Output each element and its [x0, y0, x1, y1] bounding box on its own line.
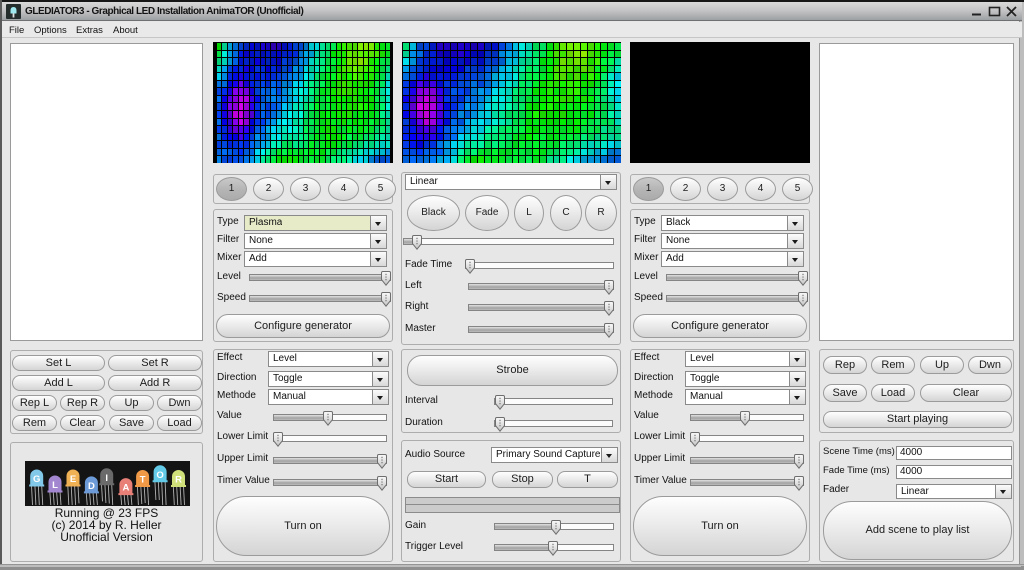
- svg-text:R: R: [175, 475, 182, 486]
- svg-text:L: L: [52, 480, 58, 491]
- svg-text:T: T: [140, 475, 146, 486]
- svg-text:E: E: [70, 474, 76, 485]
- svg-text:A: A: [122, 483, 129, 494]
- svg-text:O: O: [156, 470, 163, 481]
- svg-text:G: G: [33, 474, 40, 485]
- svg-text:I: I: [105, 473, 108, 484]
- svg-text:D: D: [88, 481, 95, 492]
